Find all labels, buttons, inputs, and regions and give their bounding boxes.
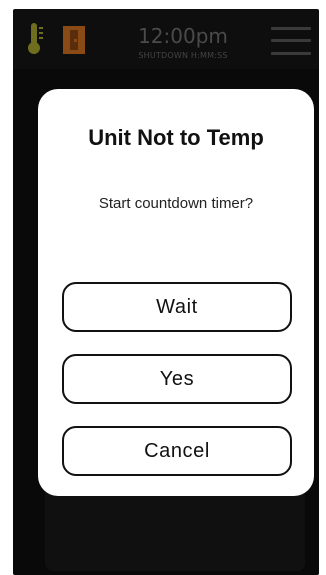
- hamburger-menu-icon[interactable]: [271, 25, 311, 57]
- yes-button[interactable]: Yes: [62, 354, 292, 404]
- dialog-message: Start countdown timer?: [98, 195, 254, 212]
- cancel-button[interactable]: Cancel: [62, 426, 292, 476]
- clock-time: 12:00pm: [138, 24, 228, 48]
- door-icon[interactable]: [63, 26, 85, 54]
- shutdown-timer-label: SHUTDOWN H:MM:SS: [138, 51, 228, 60]
- status-bar: 12:00pm SHUTDOWN H:MM:SS: [13, 9, 319, 69]
- wait-button[interactable]: Wait: [62, 282, 292, 332]
- thermometer-icon[interactable]: [25, 22, 45, 56]
- unit-not-to-temp-dialog: Unit Not to Temp Start countdown timer? …: [38, 89, 314, 496]
- dialog-title: Unit Not to Temp: [88, 125, 264, 150]
